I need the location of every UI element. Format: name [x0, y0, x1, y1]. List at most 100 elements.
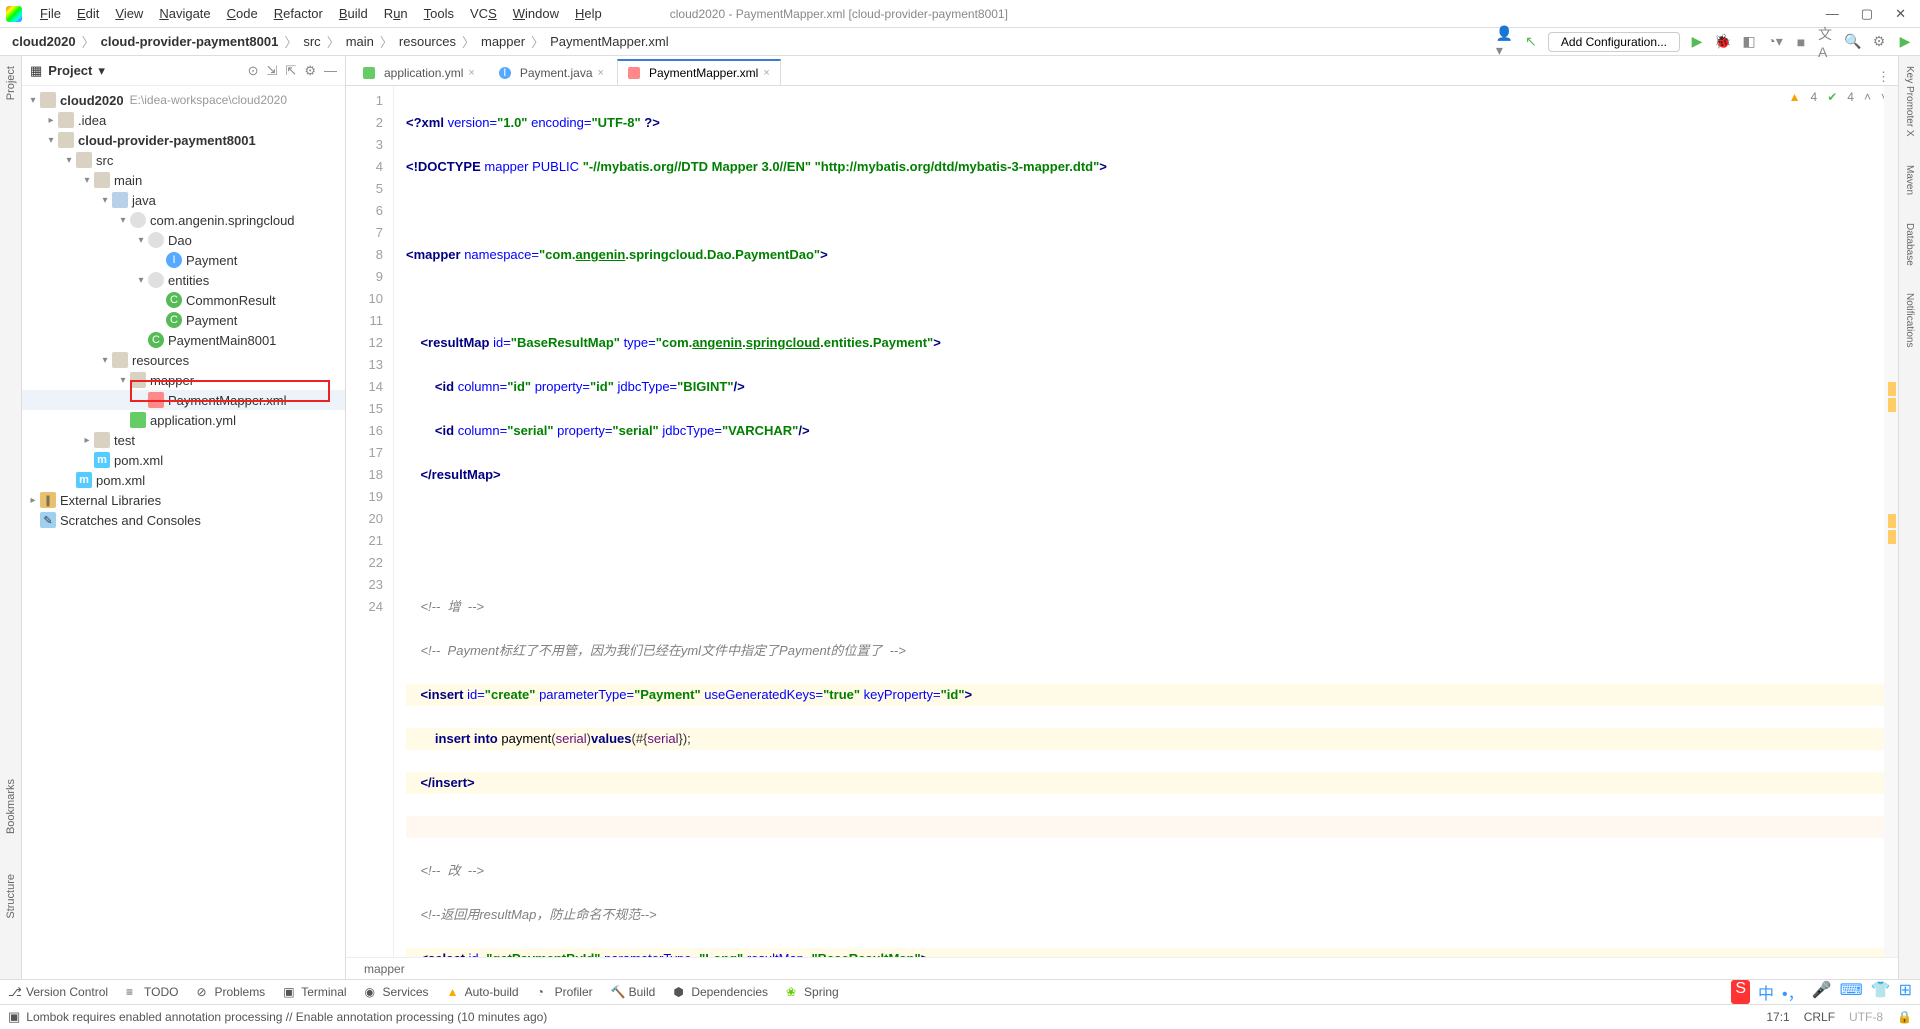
minimize-icon[interactable]: —: [1826, 6, 1839, 22]
tree-resources[interactable]: resources: [132, 353, 189, 368]
line-ending[interactable]: CRLF: [1804, 1010, 1835, 1024]
lock-icon[interactable]: 🔒: [1897, 1010, 1912, 1024]
search-icon[interactable]: 🔍: [1844, 33, 1862, 51]
btab-deps[interactable]: ⬢Dependencies: [673, 985, 768, 999]
stop-icon[interactable]: ■: [1792, 33, 1810, 51]
close-icon[interactable]: ✕: [1895, 6, 1906, 22]
menu-help[interactable]: Help: [567, 6, 610, 21]
cn-icon[interactable]: 中: [1758, 980, 1774, 1004]
hide-icon[interactable]: —: [324, 63, 337, 79]
crumb-resources[interactable]: resources: [393, 34, 462, 49]
btab-autobuild[interactable]: ▲Auto-build: [447, 985, 519, 999]
crumb-module[interactable]: cloud-provider-payment8001: [95, 34, 285, 49]
close-icon[interactable]: ×: [468, 67, 474, 79]
tool-project[interactable]: Project: [5, 66, 17, 100]
menu-code[interactable]: Code: [219, 6, 266, 21]
tab-paymentmapper-xml[interactable]: PaymentMapper.xml×: [617, 59, 781, 85]
btab-profiler[interactable]: ◔Profiler: [537, 985, 593, 999]
btab-build[interactable]: 🔨Build: [611, 985, 656, 999]
tree-payment-iface[interactable]: Payment: [186, 253, 237, 268]
menu-vcs[interactable]: VCS: [462, 6, 505, 21]
btab-problems[interactable]: ⊘Problems: [197, 985, 266, 999]
tree-payment-cls[interactable]: Payment: [186, 313, 237, 328]
crumb-file[interactable]: PaymentMapper.xml: [544, 34, 675, 49]
menu-tools[interactable]: Tools: [416, 6, 462, 21]
encoding[interactable]: UTF-8: [1849, 1010, 1883, 1024]
tree-pom2[interactable]: pom.xml: [96, 473, 145, 488]
tree-dao[interactable]: Dao: [168, 233, 192, 248]
code-content[interactable]: <?xml version="1.0" encoding="UTF-8" ?> …: [394, 86, 1884, 957]
tool-maven[interactable]: Maven: [1904, 165, 1915, 195]
btab-terminal[interactable]: ▣Terminal: [283, 985, 346, 999]
translate-icon[interactable]: 文A: [1818, 33, 1836, 51]
tree-commonresult[interactable]: CommonResult: [186, 293, 276, 308]
tree-appyml[interactable]: application.yml: [150, 413, 236, 428]
menu-view[interactable]: View: [107, 6, 151, 21]
add-configuration-button[interactable]: Add Configuration...: [1548, 32, 1680, 52]
ime-icon[interactable]: S: [1731, 980, 1750, 1004]
tree-mapper[interactable]: mapper: [150, 373, 194, 388]
btab-services[interactable]: ◉Services: [365, 985, 429, 999]
tree-paymentmain[interactable]: PaymentMain8001: [168, 333, 276, 348]
btab-spring[interactable]: ❀Spring: [786, 985, 839, 999]
hammer-icon[interactable]: ↖: [1522, 33, 1540, 51]
tree-entities[interactable]: entities: [168, 273, 209, 288]
menu-run[interactable]: Run: [376, 6, 416, 21]
tool-bookmarks[interactable]: Bookmarks: [5, 779, 17, 834]
close-icon[interactable]: ×: [763, 67, 769, 79]
tree-external[interactable]: External Libraries: [60, 493, 161, 508]
crumb-src[interactable]: src: [297, 34, 326, 49]
dot-icon[interactable]: •，: [1782, 980, 1804, 1004]
tree-idea[interactable]: .idea: [78, 113, 106, 128]
mic-icon[interactable]: 🎤: [1812, 980, 1832, 1004]
tree-pom[interactable]: pom.xml: [114, 453, 163, 468]
tool-keypromoter[interactable]: Key Promoter X: [1904, 66, 1915, 137]
tree-main[interactable]: main: [114, 173, 142, 188]
kb-icon[interactable]: ⌨: [1840, 980, 1863, 1004]
btab-vcs[interactable]: ⎇Version Control: [8, 985, 108, 999]
tab-more-icon[interactable]: ⋮: [1869, 69, 1898, 85]
expand-icon[interactable]: ⇲: [267, 63, 278, 79]
menu-build[interactable]: Build: [331, 6, 376, 21]
dropdown-icon[interactable]: ▾: [98, 63, 105, 79]
crumb-main[interactable]: main: [340, 34, 380, 49]
menu-window[interactable]: Window: [505, 6, 567, 21]
cursor-pos[interactable]: 17:1: [1766, 1010, 1789, 1024]
close-icon[interactable]: ×: [598, 67, 604, 79]
editor-breadcrumb[interactable]: mapper: [346, 957, 1898, 979]
menu-refactor[interactable]: Refactor: [266, 6, 331, 21]
tool-notifications[interactable]: Notifications: [1904, 293, 1915, 347]
tree-java[interactable]: java: [132, 193, 156, 208]
more-icon[interactable]: ▶: [1896, 33, 1914, 51]
tree-test[interactable]: test: [114, 433, 135, 448]
tool-database[interactable]: Database: [1904, 223, 1915, 266]
settings-icon[interactable]: ⚙: [1870, 33, 1888, 51]
grid-icon[interactable]: ⊞: [1899, 980, 1912, 1004]
person-icon[interactable]: 👕: [1871, 980, 1891, 1004]
crumb-root[interactable]: cloud2020: [6, 34, 82, 49]
menu-edit[interactable]: Edit: [69, 6, 107, 21]
profile-icon[interactable]: ◔▾: [1766, 33, 1784, 51]
collapse-icon[interactable]: ⇱: [285, 63, 296, 79]
maximize-icon[interactable]: ▢: [1861, 6, 1873, 22]
tool-structure[interactable]: Structure: [5, 874, 17, 919]
project-tree[interactable]: ▾cloud2020E:\idea-workspace\cloud2020 ▸.…: [22, 86, 345, 979]
menu-file[interactable]: File: [32, 6, 69, 21]
crumb-mapper[interactable]: mapper: [475, 34, 531, 49]
tree-scratches[interactable]: Scratches and Consoles: [60, 513, 201, 528]
tab-application-yml[interactable]: application.yml×: [352, 59, 486, 85]
tree-module[interactable]: cloud-provider-payment8001: [78, 133, 256, 148]
tree-root[interactable]: cloud2020: [60, 93, 124, 108]
btab-todo[interactable]: ≡TODO: [126, 985, 178, 999]
menu-navigate[interactable]: Navigate: [151, 6, 218, 21]
tree-pkg[interactable]: com.angenin.springcloud: [150, 213, 295, 228]
coverage-icon[interactable]: ◧: [1740, 33, 1758, 51]
tool-window-icon[interactable]: ▣: [8, 1009, 20, 1025]
tree-src[interactable]: src: [96, 153, 113, 168]
tree-paymentmapper[interactable]: PaymentMapper.xml: [168, 393, 287, 408]
debug-icon[interactable]: 🐞: [1714, 33, 1732, 51]
target-icon[interactable]: ⊙: [248, 63, 259, 79]
run-icon[interactable]: ▶: [1688, 33, 1706, 51]
tab-payment-java[interactable]: IPayment.java×: [488, 59, 615, 85]
error-stripe[interactable]: [1884, 86, 1898, 957]
